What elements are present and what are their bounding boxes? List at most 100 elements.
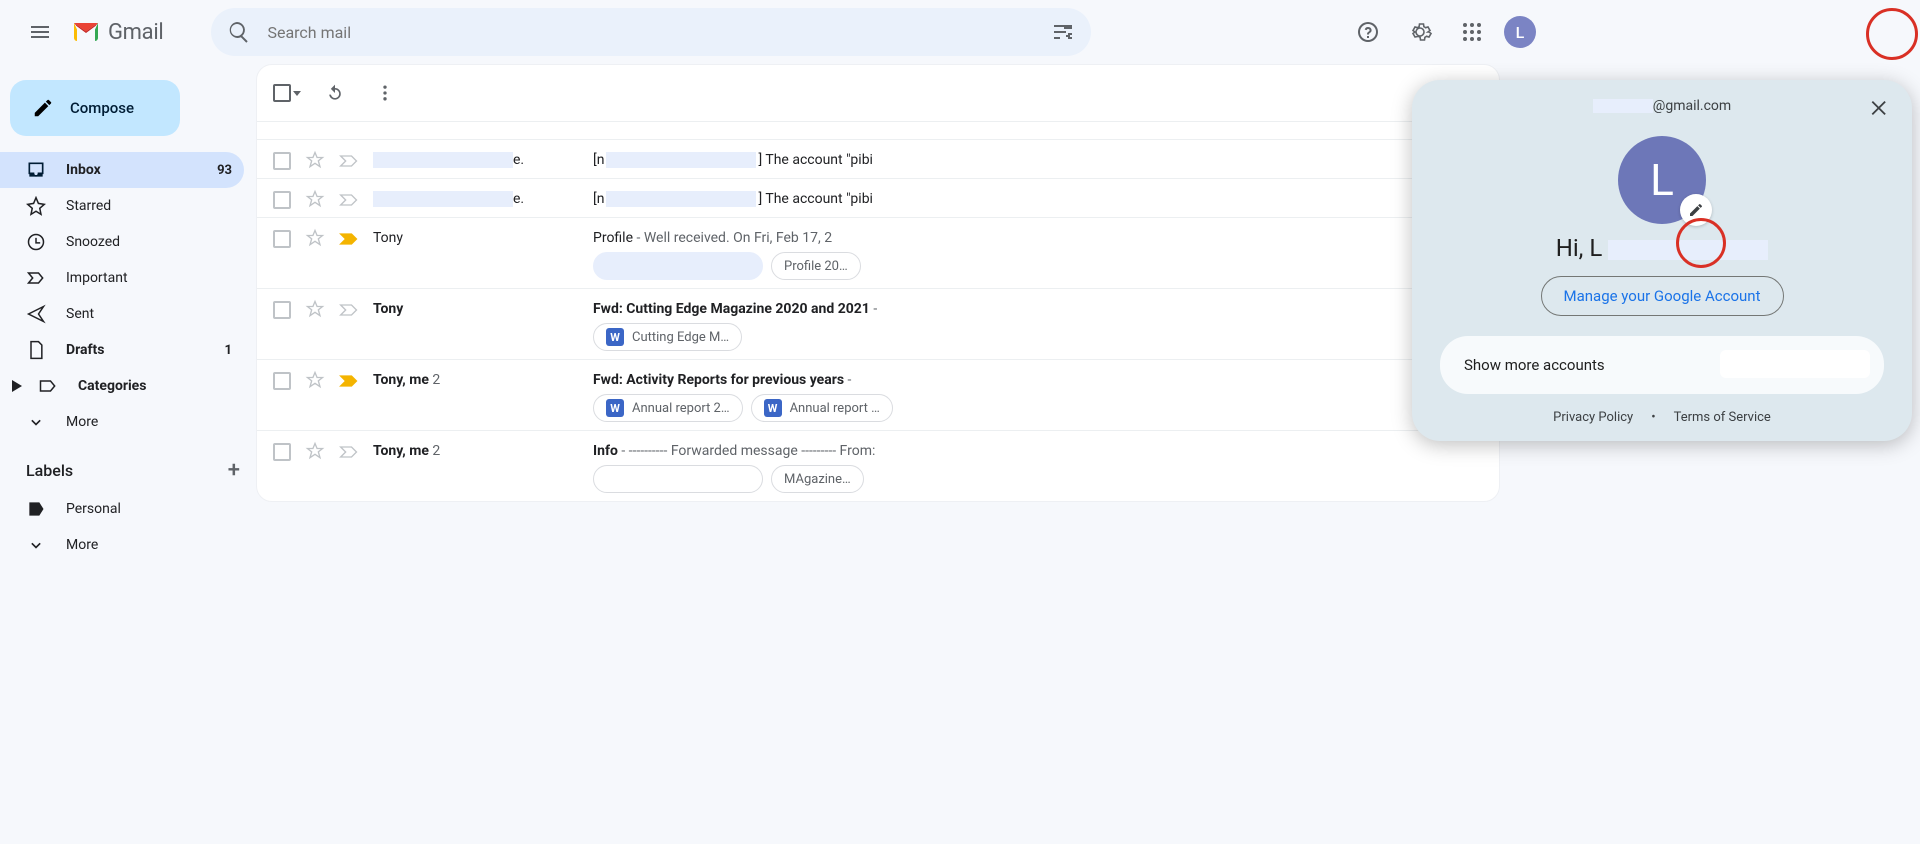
privacy-link[interactable]: Privacy Policy: [1553, 410, 1633, 425]
search-button[interactable]: [219, 12, 259, 52]
mail-row[interactable]: e.[n] The account "pibi: [257, 139, 1499, 178]
nav-label: Starred: [66, 198, 111, 214]
label-item-more[interactable]: More: [0, 527, 244, 563]
attachment-chip[interactable]: MAgazine…: [771, 465, 864, 493]
row-checkbox[interactable]: [273, 230, 291, 248]
more-vert-icon: [375, 83, 395, 103]
attachment-chip[interactable]: WAnnual report …: [751, 394, 893, 422]
show-more-accounts[interactable]: Show more accounts: [1440, 336, 1884, 394]
tos-link[interactable]: Terms of Service: [1674, 410, 1771, 425]
row-checkbox[interactable]: [273, 152, 291, 170]
important-icon: [26, 268, 46, 288]
attachment-chip[interactable]: WAnnual report 2…: [593, 394, 743, 422]
support-button[interactable]: [1344, 8, 1392, 56]
attachment-chip[interactable]: Profile 20…: [771, 252, 861, 280]
label-item-personal[interactable]: Personal: [0, 491, 244, 527]
mail-row[interactable]: TonyProfile - Well received. On Fri, Feb…: [257, 217, 1499, 288]
avatar: L: [1504, 16, 1536, 48]
attachment-chip[interactable]: [593, 252, 763, 280]
important-icon[interactable]: [339, 154, 359, 168]
star-icon[interactable]: [305, 370, 325, 390]
main-menu-button[interactable]: [16, 8, 64, 56]
attachment-chip[interactable]: WCutting Edge M…: [593, 323, 742, 351]
gmail-logo[interactable]: Gmail: [72, 20, 163, 45]
important-icon[interactable]: [339, 374, 359, 388]
compose-button[interactable]: Compose: [10, 80, 180, 136]
sidebar-item-snoozed[interactable]: Snoozed: [0, 224, 244, 260]
app-header: Gmail L: [0, 0, 1556, 64]
drafts-icon: [26, 340, 46, 360]
search-input[interactable]: [259, 23, 1043, 42]
sidebar-item-categories[interactable]: Categories: [0, 368, 244, 404]
nav-label: Important: [66, 270, 128, 286]
select-all[interactable]: [273, 84, 301, 102]
important-icon[interactable]: [339, 303, 359, 317]
search-options-button[interactable]: [1043, 12, 1083, 52]
avatar-letter: L: [1516, 23, 1525, 42]
row-checkbox[interactable]: [273, 372, 291, 390]
gmail-icon: [72, 21, 100, 43]
star-icon[interactable]: [305, 299, 325, 319]
important-icon[interactable]: [339, 232, 359, 246]
more-button[interactable]: [369, 77, 401, 109]
mail-row[interactable]: Tony, me 2Info - ---------- Forwarded me…: [257, 430, 1499, 501]
nav-count: 93: [217, 163, 232, 178]
apps-button[interactable]: [1448, 8, 1496, 56]
refresh-icon: [325, 83, 345, 103]
mail-toolbar: [257, 65, 1499, 121]
apps-grid-icon: [1460, 20, 1484, 44]
mail-row[interactable]: Tony, me 2Fwd: Activity Reports for prev…: [257, 359, 1499, 430]
sender: Tony: [373, 297, 579, 317]
search-bar[interactable]: [211, 8, 1091, 56]
subject-line: Profile - Well received. On Fri, Feb 17,…: [593, 230, 1483, 246]
mail-row[interactable]: TonyFwd: Cutting Edge Magazine 2020 and …: [257, 288, 1499, 359]
add-label-button[interactable]: +: [228, 458, 240, 483]
header-actions: L: [1344, 8, 1540, 56]
nav-label: Categories: [78, 378, 146, 394]
labels-list: Personal More: [0, 491, 256, 563]
sidebar-item-inbox[interactable]: Inbox93: [0, 152, 244, 188]
sidebar-item-starred[interactable]: Starred: [0, 188, 244, 224]
row-checkbox[interactable]: [273, 301, 291, 319]
close-button[interactable]: [1862, 90, 1898, 126]
manage-account-button[interactable]: Manage your Google Account: [1541, 276, 1784, 316]
row-checkbox[interactable]: [273, 443, 291, 461]
tune-icon: [1051, 20, 1075, 44]
nav-label: Drafts: [66, 342, 104, 358]
word-doc-icon: W: [606, 328, 624, 346]
account-email: @gmail.com: [1593, 98, 1731, 114]
star-icon[interactable]: [305, 150, 325, 170]
edit-avatar-button[interactable]: [1680, 194, 1712, 226]
sidebar: Compose Inbox93 Starred Snoozed Important Se…: [0, 64, 256, 571]
starred-icon: [26, 196, 46, 216]
attachment-chip[interactable]: [593, 465, 763, 493]
important-icon[interactable]: [339, 193, 359, 207]
search-icon: [227, 20, 251, 44]
mail-row[interactable]: e.[n] The account "pibi: [257, 178, 1499, 217]
star-icon[interactable]: [305, 189, 325, 209]
sender: e.: [373, 187, 579, 207]
annotation-circle: [1866, 8, 1918, 60]
big-avatar-letter: L: [1650, 154, 1674, 206]
subject-line: Info - ---------- Forwarded message ----…: [593, 443, 1483, 459]
attachment-chips: WAnnual report 2… WAnnual report …: [593, 394, 1483, 422]
word-doc-icon: W: [606, 399, 624, 417]
pencil-icon: [32, 97, 54, 119]
settings-button[interactable]: [1396, 8, 1444, 56]
dot-separator: •: [1651, 410, 1655, 425]
account-button[interactable]: L: [1500, 12, 1540, 52]
star-icon[interactable]: [305, 228, 325, 248]
important-icon[interactable]: [339, 445, 359, 459]
star-icon[interactable]: [305, 441, 325, 461]
sidebar-item-more[interactable]: More: [0, 404, 244, 440]
label-text: More: [66, 537, 98, 553]
sidebar-item-important[interactable]: Important: [0, 260, 244, 296]
sidebar-item-drafts[interactable]: Drafts 1: [0, 332, 244, 368]
label-text: Personal: [66, 501, 121, 517]
refresh-button[interactable]: [319, 77, 351, 109]
row-checkbox[interactable]: [273, 191, 291, 209]
nav-count: 1: [225, 343, 232, 358]
sidebar-item-sent[interactable]: Sent: [0, 296, 244, 332]
app-name: Gmail: [108, 20, 163, 45]
greeting: Hi, L: [1420, 234, 1904, 262]
